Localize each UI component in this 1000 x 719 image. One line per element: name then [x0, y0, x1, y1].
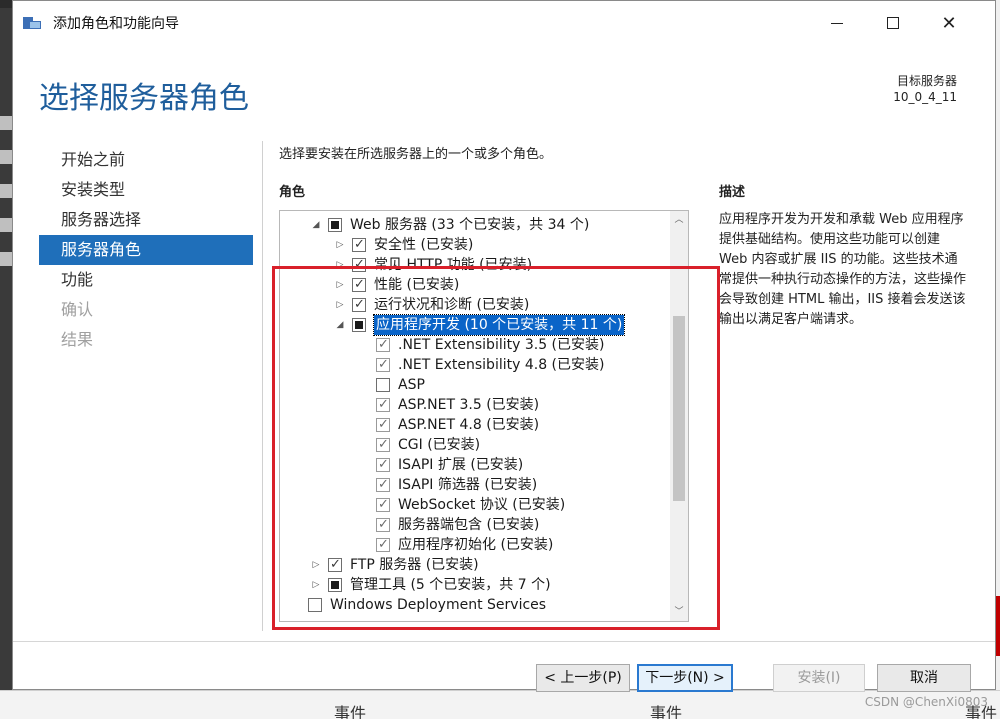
close-button[interactable]: ✕	[921, 1, 977, 45]
footer-divider	[13, 641, 995, 642]
nav-step[interactable]: 服务器选择	[39, 205, 253, 235]
nav-step[interactable]: 功能	[39, 265, 253, 295]
watermark: CSDN @ChenXi0803	[864, 695, 988, 709]
role-label[interactable]: Web 服务器 (33 个已安装，共 34 个)	[350, 215, 589, 235]
description-text: 应用程序开发为开发和承载 Web 应用程序提供基础结构。使用这些功能可以创建 W…	[719, 212, 967, 327]
minimize-icon	[831, 22, 843, 24]
add-roles-wizard-dialog: 添加角色和功能向导 ✕ 选择服务器角色 目标服务器 10_0_4_11 开始之前…	[12, 0, 996, 692]
wizard-steps-nav: 开始之前 安装类型 服务器选择 服务器角色 功能确认结果	[39, 145, 253, 355]
description-heading: 描述	[719, 185, 746, 200]
tree-row[interactable]: ◢ Web 服务器 (33 个已安装，共 34 个)	[280, 215, 668, 235]
background-bottom-bar	[0, 690, 1000, 719]
maximize-icon	[887, 17, 899, 29]
nav-divider	[262, 141, 263, 631]
nav-step[interactable]: 开始之前	[39, 145, 253, 175]
files-icon	[0, 252, 12, 266]
role-checkbox[interactable]	[328, 218, 342, 232]
close-icon: ✕	[941, 12, 957, 34]
cancel-button[interactable]: 取消	[877, 664, 971, 692]
role-checkbox[interactable]	[352, 235, 366, 255]
scroll-up-icon[interactable]: ︿	[670, 211, 688, 229]
nav-step: 结果	[61, 330, 94, 349]
install-button[interactable]: 安装(I)	[773, 664, 865, 692]
dashboard-icon	[0, 116, 12, 130]
previous-button[interactable]: < 上一步(P)	[536, 664, 630, 692]
server-manager-icon	[23, 15, 41, 31]
collapse-arrow-icon[interactable]: ◢	[310, 215, 322, 235]
title-bar: 添加角色和功能向导 ✕	[13, 1, 995, 45]
nav-step: 确认	[61, 300, 94, 319]
roles-heading: 角色	[279, 185, 306, 200]
tree-row[interactable]: ▷ 安全性 (已安装)	[280, 235, 668, 255]
nav-step[interactable]: 服务器角色	[39, 235, 253, 265]
instruction-text: 选择要安装在所选服务器上的一个或多个角色。	[279, 147, 553, 162]
role-label[interactable]: 安全性 (已安装)	[374, 235, 473, 255]
minimize-button[interactable]	[809, 1, 865, 45]
nav-step[interactable]: 安装类型	[39, 175, 253, 205]
maximize-button[interactable]	[865, 1, 921, 45]
target-server-value: 10_0_4_11	[893, 90, 957, 104]
iis-icon	[0, 218, 12, 232]
red-highlight-annotation	[272, 266, 720, 630]
target-server-label: 目标服务器	[896, 74, 957, 88]
servers-icon	[0, 184, 12, 198]
event-label: 事件	[334, 704, 367, 719]
server-icon	[0, 150, 12, 164]
target-server: 目标服务器 10_0_4_11	[893, 73, 957, 105]
next-button[interactable]: 下一步(N) >	[637, 664, 733, 692]
window-title: 添加角色和功能向导	[53, 16, 179, 32]
event-label: 事件	[650, 704, 683, 719]
page-title: 选择服务器角色	[39, 81, 249, 116]
expand-arrow-icon[interactable]: ▷	[334, 235, 346, 255]
